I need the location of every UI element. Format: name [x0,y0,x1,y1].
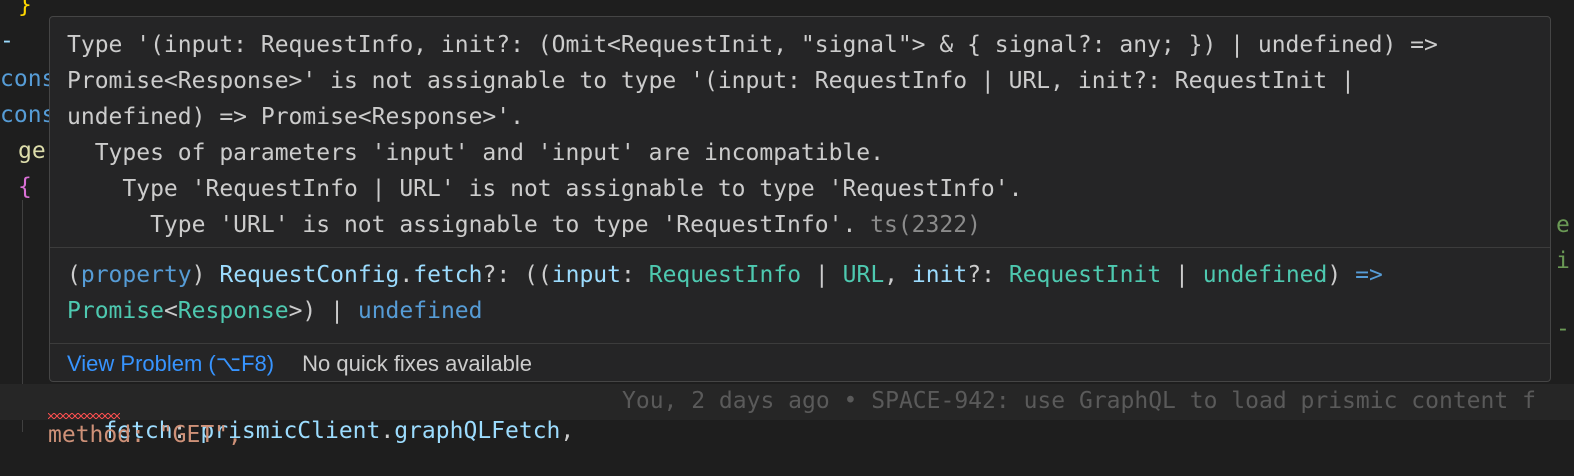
dot: . [380,418,395,444]
sig-optional-colon: ?: [482,262,511,288]
type-signature: (property) RequestConfig.fetch?: ((input… [67,257,1534,329]
hover-tooltip[interactable]: Type '(input: RequestInfo, init?: (Omit<… [49,16,1551,382]
tooltip-separator [50,247,1550,248]
sig-pipe1: | [814,262,829,288]
sig-open-paren: ( [67,262,81,288]
code-line-ge: ge [18,138,46,164]
sig-arrow: => [1355,262,1383,288]
diagnostic-line-text: Type 'URL' is not assignable to type 'Re… [67,212,871,238]
sig-pipe2: | [1175,262,1189,288]
diagnostic-message: Type '(input: RequestInfo, init?: (Omit<… [67,27,1534,243]
tooltip-status-bar: View Problem (⌥F8) No quick fixes availa… [50,345,1550,381]
diagnostic-line: Type 'RequestInfo | URL' is not assignab… [67,176,1023,202]
git-blame-annotation: You, 2 days ago • SPACE-942: use GraphQL… [622,388,1536,414]
code-line-brace: } [18,0,32,18]
sig-type-url: URL [842,262,885,288]
sig-type-undefined: undefined [1202,262,1328,288]
code-line-method-partial: method: "GET", [48,422,242,448]
sig-type-requestinit: RequestInit [1008,262,1162,288]
no-quick-fixes-label: No quick fixes available [302,351,533,376]
code-line-const-2: cons [0,102,56,128]
diagnostic-line: Types of parameters 'input' and 'input' … [67,140,884,166]
sig-param-input: input [551,262,621,288]
right-edge-fragment-2: i [1556,248,1570,274]
sig-kind: property [80,262,192,288]
sig-name: fetch [413,262,483,288]
sig-ret-arg: Response [177,298,289,324]
sig-owner: RequestConfig [219,262,400,288]
error-squiggle [48,413,120,419]
code-line-dash: - [0,28,14,54]
diagnostic-line: Promise<Response>' is not assignable to … [67,68,1355,94]
diagnostic-line: undefined) => Promise<Response>'. [67,104,524,130]
sig-type-requestinfo: RequestInfo [648,262,802,288]
code-line-const-1: cons [0,66,56,92]
signature-line-1: (property) RequestConfig.fetch?: ((input… [67,257,1534,293]
sig-comma1: , [884,262,899,288]
sig-close-paren2: ) [1327,262,1342,288]
code-line-open-brace: { [18,174,32,200]
view-problem-link[interactable]: View Problem (⌥F8) [67,351,274,377]
diagnostic-line: Type 'URL' is not assignable to type 'Re… [67,207,1534,243]
right-edge-fragment-3: - [1556,316,1570,342]
diagnostic-line: Type '(input: RequestInfo, init?: (Omit<… [67,32,1438,58]
comma: , [560,418,575,444]
graphql-fetch[interactable]: graphQLFetch [394,418,560,444]
sig-ret-type: Promise [67,298,164,324]
sig-lt: < [163,298,178,324]
sig-paren-open2: (( [524,262,552,288]
sig-dot: . [399,262,414,288]
signature-line-2: Promise<Response>) | undefined [67,293,1534,329]
sig-close-paren: ) [191,262,206,288]
sig-gt-paren: >) [288,298,317,324]
sig-colon1: : [621,262,635,288]
sig-type-undefined-2: undefined [357,298,483,324]
sig-opt2: ?: [967,262,995,288]
right-edge-fragment-1: e [1556,212,1570,238]
sig-param-init: init [911,262,968,288]
error-code: ts(2322) [870,212,981,238]
tooltip-separator-2 [50,343,1550,344]
sig-pipe3: | [330,298,344,324]
